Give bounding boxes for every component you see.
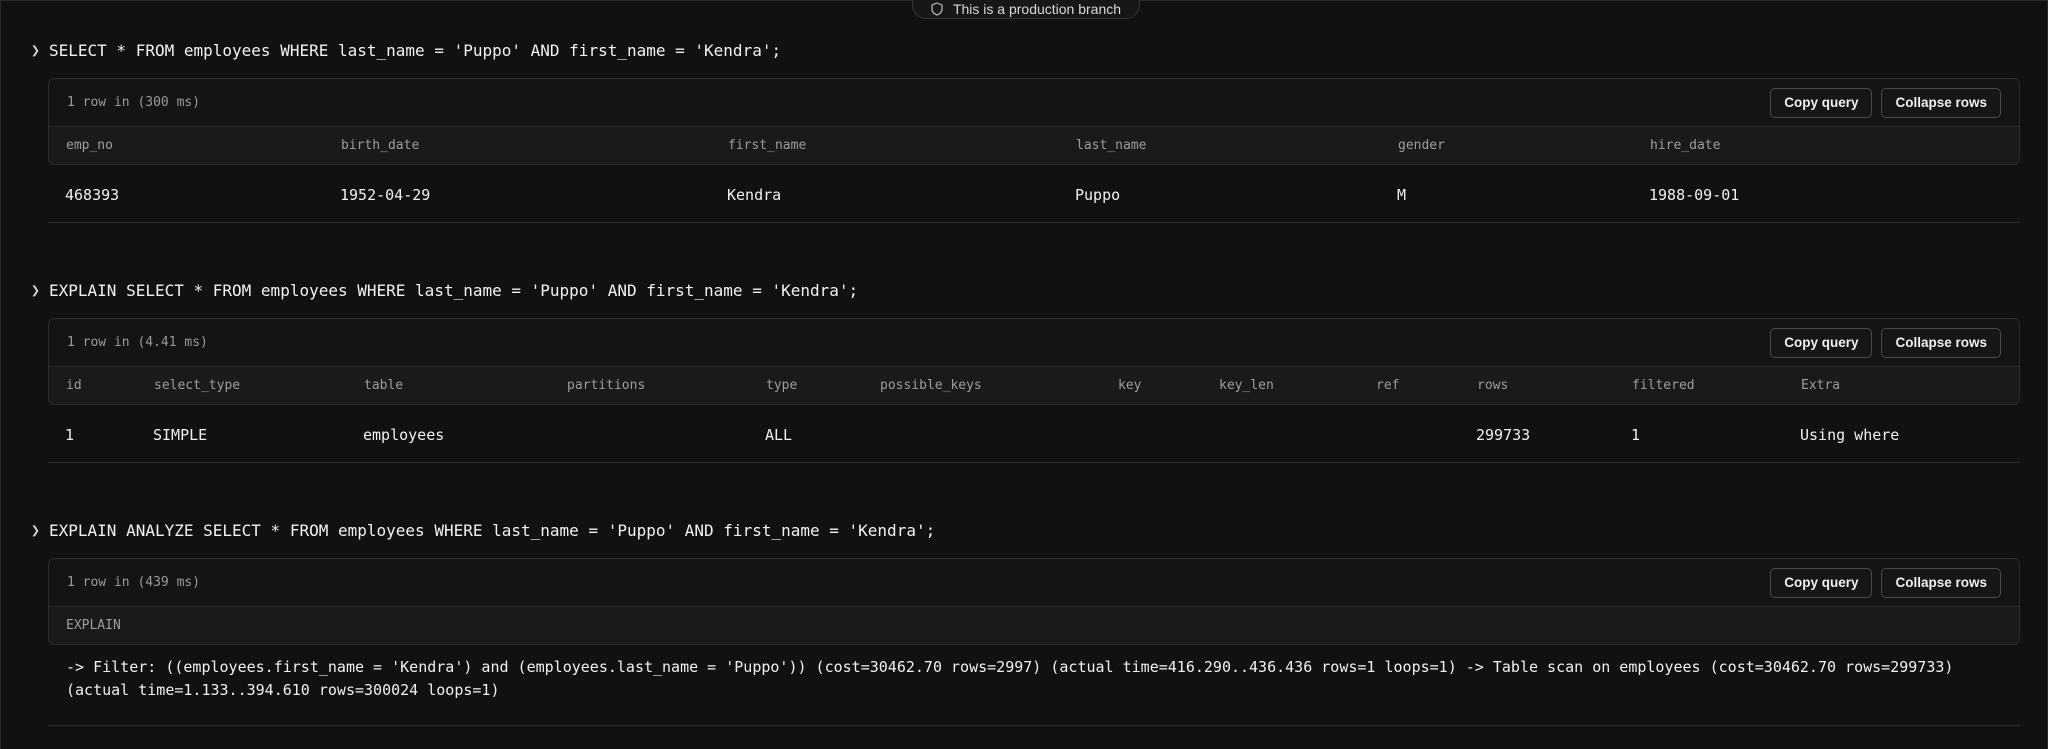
table-cell: 1952-04-29 [340, 185, 431, 204]
table-header-row: emp_no birth_date first_name last_name g… [49, 127, 2019, 164]
query-line[interactable]: ❯ SELECT * FROM employees WHERE last_nam… [31, 38, 781, 62]
result-header: 1 row in (439 ms) Copy query Collapse ro… [49, 559, 2019, 607]
column-header[interactable]: EXPLAIN [66, 607, 121, 644]
column-header[interactable]: rows [1477, 367, 1508, 404]
query-line[interactable]: ❯ EXPLAIN SELECT * FROM employees WHERE … [31, 278, 858, 302]
shield-icon [931, 2, 943, 16]
table-cell: SIMPLE [153, 425, 208, 444]
table-row: -> Filter: ((employees.first_name = 'Ken… [48, 646, 2020, 726]
table-cell: Kendra [727, 185, 782, 204]
column-header[interactable]: type [766, 367, 797, 404]
collapse-rows-button[interactable]: Collapse rows [1881, 327, 2001, 358]
explain-output: -> Filter: ((employees.first_name = 'Ken… [66, 658, 1954, 699]
column-header[interactable]: hire_date [1650, 127, 1720, 164]
result-card: 1 row in (300 ms) Copy query Collapse ro… [48, 78, 2020, 165]
collapse-rows-button[interactable]: Collapse rows [1881, 567, 2001, 598]
query-sql: EXPLAIN ANALYZE SELECT * FROM employees … [49, 520, 936, 540]
column-header[interactable]: table [364, 367, 403, 404]
table-row: 468393 1952-04-29 Kendra Puppo M 1988-09… [48, 166, 2020, 223]
table-header-row: id select_type table partitions type pos… [49, 367, 2019, 404]
table-header-row: EXPLAIN [49, 607, 2019, 644]
table-cell: 1 [1631, 425, 1641, 444]
table-row: 1 SIMPLE employees ALL 299733 1 Using wh… [48, 406, 2020, 463]
table-cell: ALL [765, 425, 793, 444]
result-header: 1 row in (4.41 ms) Copy query Collapse r… [49, 319, 2019, 367]
column-header[interactable]: possible_keys [880, 367, 982, 404]
collapse-rows-button[interactable]: Collapse rows [1881, 87, 2001, 118]
chevron-right-icon: ❯ [31, 521, 41, 539]
result-header: 1 row in (300 ms) Copy query Collapse ro… [49, 79, 2019, 127]
table-cell: 468393 [65, 185, 120, 204]
result-card: 1 row in (4.41 ms) Copy query Collapse r… [48, 318, 2020, 405]
query-sql: EXPLAIN SELECT * FROM employees WHERE la… [49, 280, 859, 300]
column-header[interactable]: emp_no [66, 127, 113, 164]
table-cell: Using where [1800, 425, 1900, 444]
result-meta: 1 row in (300 ms) [67, 95, 201, 110]
column-header[interactable]: gender [1398, 127, 1445, 164]
column-header[interactable]: key_len [1219, 367, 1274, 404]
banner-text: This is a production branch [952, 1, 1122, 17]
table-cell: 1988-09-01 [1649, 185, 1740, 204]
column-header[interactable]: filtered [1632, 367, 1695, 404]
copy-query-button[interactable]: Copy query [1770, 327, 1873, 358]
table-cell: 1 [65, 425, 75, 444]
table-cell: M [1397, 185, 1407, 204]
query-sql: SELECT * FROM employees WHERE last_name … [49, 40, 782, 60]
column-header[interactable]: last_name [1076, 127, 1146, 164]
column-header[interactable]: Extra [1801, 367, 1840, 404]
result-card: 1 row in (439 ms) Copy query Collapse ro… [48, 558, 2020, 645]
query-line[interactable]: ❯ EXPLAIN ANALYZE SELECT * FROM employee… [31, 518, 935, 542]
table-cell: 299733 [1476, 425, 1531, 444]
column-header[interactable]: ref [1376, 367, 1399, 404]
column-header[interactable]: first_name [728, 127, 806, 164]
chevron-right-icon: ❯ [31, 281, 41, 299]
table-cell: employees [363, 425, 445, 444]
copy-query-button[interactable]: Copy query [1770, 87, 1873, 118]
table-cell: Puppo [1075, 185, 1121, 204]
column-header[interactable]: birth_date [341, 127, 419, 164]
column-header[interactable]: partitions [567, 367, 645, 404]
chevron-right-icon: ❯ [31, 41, 41, 59]
result-meta: 1 row in (439 ms) [67, 575, 201, 590]
production-branch-banner: This is a production branch [912, 0, 1140, 19]
result-meta: 1 row in (4.41 ms) [67, 335, 208, 350]
column-header[interactable]: id [66, 367, 82, 404]
copy-query-button[interactable]: Copy query [1770, 567, 1873, 598]
column-header[interactable]: key [1118, 367, 1141, 404]
column-header[interactable]: select_type [154, 367, 240, 404]
